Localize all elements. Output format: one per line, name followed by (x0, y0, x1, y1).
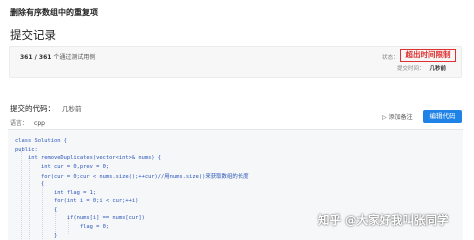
code-line: int cur = 0,prev = 0; (15, 163, 110, 170)
code-line: flag = 0; (15, 224, 110, 230)
code-section-title: 提交的代码： (10, 104, 55, 113)
add-note-label: 添加备注 (388, 114, 413, 121)
language-value: cpp (34, 120, 45, 127)
result-panel: 361 / 361 个通过测试用例 状态： 超出时间限制 提交时间： 几秒前 (9, 46, 462, 78)
code-line: int removeDuplicates(vector<int>& nums) … (15, 155, 162, 162)
problem-title: 删除有序数组中的重复项 (10, 8, 98, 17)
submit-time-label: 提交时间： (397, 66, 425, 72)
code-line: { (15, 206, 58, 213)
code-line: public: (15, 146, 38, 153)
code-line: for(cur = 0;cur < nums.size();++cur)//用n… (15, 174, 249, 181)
submit-time: 提交时间： 几秒前 (397, 64, 446, 72)
submit-time-value: 几秒前 (429, 66, 447, 72)
section-title: 提交记录 (10, 28, 56, 42)
code-line: if(nums[i] == nums[cur]) (15, 215, 145, 222)
code-header: 提交的代码： 几秒前 (10, 103, 82, 114)
flag-icon: ▷ (382, 114, 387, 121)
status-badge[interactable]: 超出时间限制 (400, 49, 456, 62)
status-label: 状态： (382, 55, 399, 61)
code-submit-time: 几秒前 (62, 105, 82, 113)
code-line: int flag = 1; (15, 189, 97, 196)
passed-count: 361 / 361 个通过测试用例 (20, 52, 95, 61)
language-label: 语言： (10, 120, 29, 127)
code-line: { (15, 181, 45, 187)
edit-code-button[interactable]: 编辑代码 (423, 110, 462, 123)
code-line: } (15, 232, 58, 239)
language-row: 语言： cpp (10, 118, 45, 127)
code-line: for(int i = 0;i < cur;++i) (15, 198, 139, 205)
add-note-link[interactable]: ▷ 添加备注 (382, 112, 413, 121)
watermark: 知乎 @大家好我叫张同学 (318, 213, 449, 227)
passed-number: 361 / 361 (20, 54, 52, 61)
code-line: class Solution { (15, 138, 67, 144)
passed-suffix: 个通过测试用例 (53, 54, 96, 61)
indent-guide (55, 210, 56, 234)
